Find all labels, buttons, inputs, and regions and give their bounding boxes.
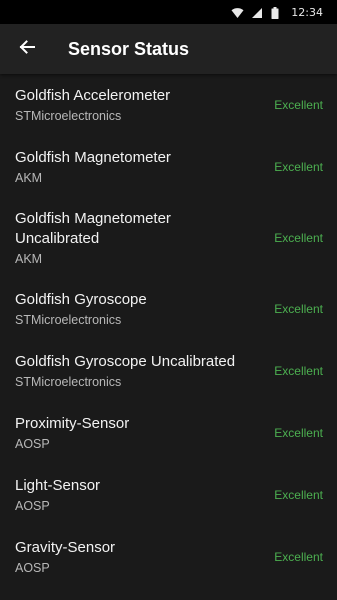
sensor-vendor: AKM: [15, 170, 43, 185]
sensor-name: Goldfish Magnetometer: [15, 148, 171, 166]
sensor-row-proximity[interactable]: Proximity-Sensor AOSP Excellent: [0, 402, 337, 464]
cellular-signal-icon: [251, 6, 263, 18]
sensor-name: Proximity-Sensor: [15, 414, 130, 432]
status-label: Excellent: [274, 426, 323, 440]
page-title: Sensor Status: [68, 38, 190, 59]
sensor-vendor: STMicroelectronics: [15, 108, 122, 123]
sensor-vendor: STMicroelectronics: [15, 374, 122, 389]
status-time: 12:34: [291, 5, 323, 19]
battery-icon: [271, 6, 283, 19]
sensor-vendor: AKM: [15, 251, 43, 266]
sensor-row-magnetometer[interactable]: Goldfish Magnetometer AKM Excellent: [0, 136, 337, 198]
sensor-name: Goldfish Gyroscope: [15, 290, 147, 308]
status-label: Excellent: [274, 488, 323, 502]
sensor-name: Goldfish Accelerometer: [15, 86, 171, 104]
status-label: Excellent: [274, 364, 323, 378]
status-label: Excellent: [274, 98, 323, 112]
status-label: Excellent: [274, 550, 323, 564]
sensor-vendor: AOSP: [15, 560, 50, 575]
status-label: Excellent: [274, 231, 323, 245]
sensor-row-gyroscope[interactable]: Goldfish Gyroscope STMicroelectronics Ex…: [0, 278, 337, 340]
arrow-left-icon: [18, 38, 36, 61]
sensor-row-accelerometer[interactable]: Goldfish Accelerometer STMicroelectronic…: [0, 74, 337, 136]
sensor-row-magnetometer-uncalibrated[interactable]: Goldfish Magnetometer Uncalibrated AKM E…: [0, 198, 337, 278]
sensor-row-gravity[interactable]: Gravity-Sensor AOSP Excellent: [0, 526, 337, 588]
sensor-name: Light-Sensor: [15, 476, 101, 494]
sensor-name: Gravity-Sensor: [15, 538, 116, 556]
app-bar: Sensor Status: [0, 24, 337, 74]
back-button[interactable]: [2, 24, 52, 74]
status-label: Excellent: [274, 302, 323, 316]
wifi-icon: [231, 6, 244, 18]
sensor-vendor: STMicroelectronics: [15, 312, 122, 327]
status-bar: 12:34: [0, 0, 337, 24]
sensor-list: Goldfish Accelerometer STMicroelectronic…: [0, 74, 337, 588]
sensor-row-gyroscope-uncalibrated[interactable]: Goldfish Gyroscope Uncalibrated STMicroe…: [0, 340, 337, 402]
sensor-vendor: AOSP: [15, 498, 50, 513]
sensor-row-light[interactable]: Light-Sensor AOSP Excellent: [0, 464, 337, 526]
sensor-name: Goldfish Magnetometer Uncalibrated: [15, 209, 171, 247]
status-label: Excellent: [274, 160, 323, 174]
sensor-name: Goldfish Gyroscope Uncalibrated: [15, 352, 236, 370]
sensor-vendor: AOSP: [15, 436, 50, 451]
